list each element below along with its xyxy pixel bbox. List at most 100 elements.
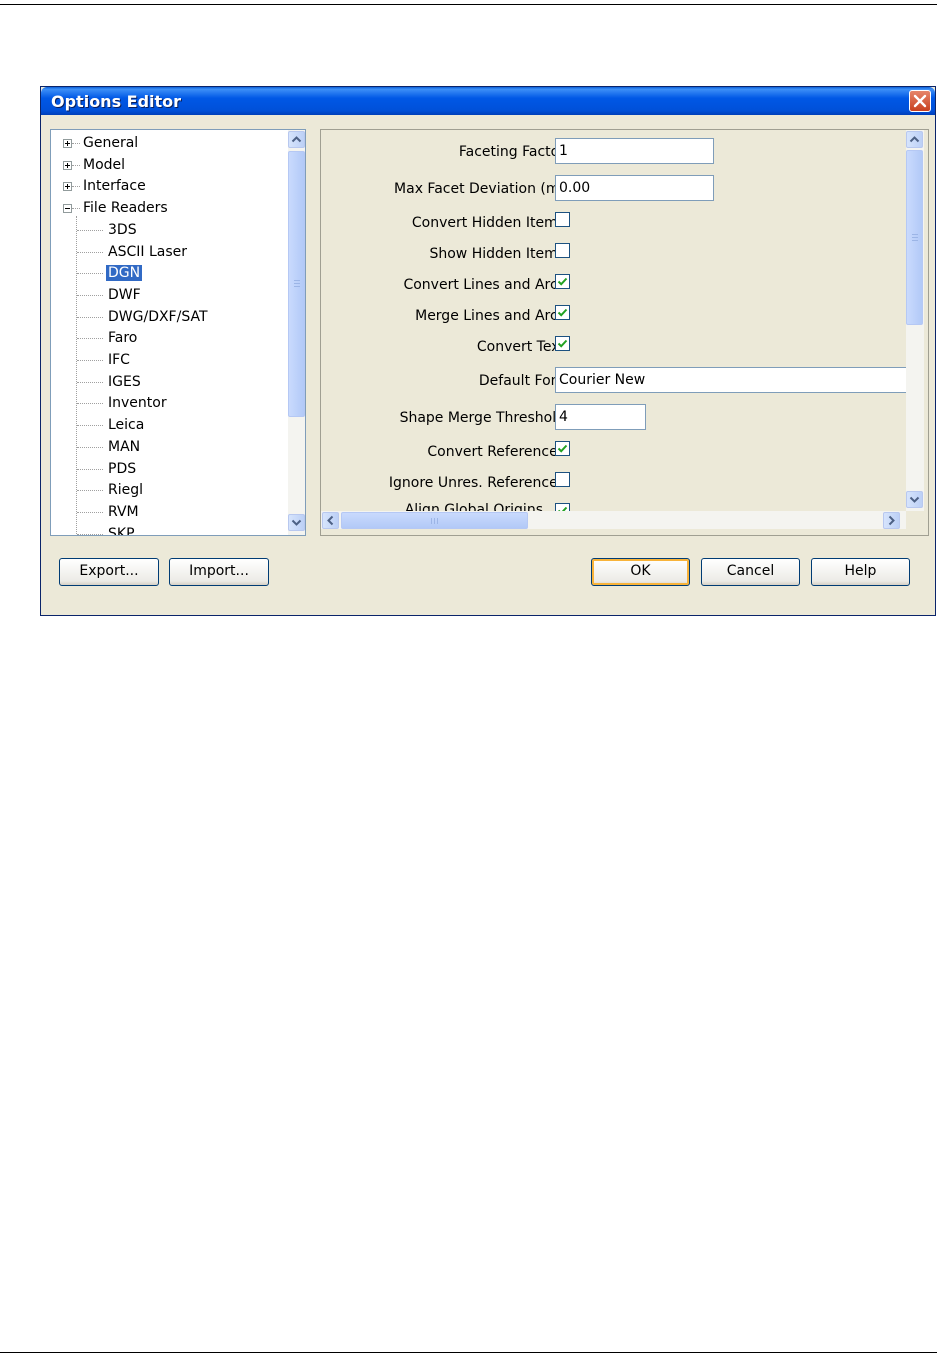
tree-item-dwg-dxf-sat[interactable]: DWG/DXF/SAT [106,307,210,327]
tree-connector [77,446,103,448]
import-button[interactable]: Import... [169,558,269,586]
tree-connector [72,143,80,144]
chevron-down-icon [291,519,302,526]
convert-references-label: Convert References [427,444,565,460]
tree-item-label: ASCII Laser [108,243,187,260]
tree-connector [72,186,80,188]
tree-item-ascii-laser[interactable]: ASCII Laser [106,242,189,262]
page-top-rule [0,4,937,5]
convert-lines-arcs-label: Convert Lines and Arcs [403,277,565,293]
tree-item-label: DWF [108,286,141,303]
tree-item-faro[interactable]: Faro [106,328,139,348]
merge-lines-arcs-checkbox[interactable] [555,305,570,320]
settings-hscroll-thumb[interactable] [341,512,528,529]
faceting-factor-label: Faceting Factor [458,144,565,160]
tree-connector [77,425,103,427]
settings-horizontal-scrollbar[interactable] [321,511,906,529]
tree-scroll-thumb[interactable] [288,151,305,417]
align-global-origins-label: Align Global Origins [404,502,543,511]
tree-scroll-down-button[interactable] [288,514,305,531]
convert-references-checkbox[interactable] [555,441,570,456]
tree-connector [72,164,80,166]
tree-item-dwf[interactable]: DWF [106,285,143,305]
tree-item-label: RVM [108,503,139,520]
tree-connector [77,533,103,535]
export-button[interactable]: Export... [59,558,159,586]
chevron-up-icon [291,136,302,143]
tree-item-inventor[interactable]: Inventor [106,393,169,413]
tree-item-label: 3DS [108,221,137,238]
convert-lines-arcs-checkbox[interactable] [555,274,570,289]
tree-connector [77,403,103,405]
tree-item-man[interactable]: MAN [106,437,142,457]
tree-item-label: Faro [108,330,138,347]
tree-item-interface[interactable]: Interface [81,176,148,196]
max-facet-deviation-input[interactable]: 0.00 [555,175,714,201]
checkmark-icon [557,339,568,348]
checkmark-icon [557,444,568,453]
tree-item-leica[interactable]: Leica [106,415,146,435]
close-button[interactable] [909,90,931,112]
chevron-right-icon [888,515,895,526]
settings-scroll-up-button[interactable] [906,131,923,148]
ok-button[interactable]: OK [591,558,690,586]
tree-item-iges[interactable]: IGES [106,372,143,392]
tree-item-dgn[interactable]: DGN [106,263,143,283]
merge-lines-arcs-label: Merge Lines and Arcs [415,308,565,324]
tree-item-label: File Readers [83,200,168,217]
shape-merge-threshold-input[interactable]: 4 [555,404,646,430]
tree-item-general[interactable]: General [81,133,140,153]
tree-item-ifc[interactable]: IFC [106,350,132,370]
shape-merge-threshold-label: Shape Merge Threshold [399,410,565,426]
settings-vscroll-thumb[interactable] [906,150,923,325]
tree-item-model[interactable]: Model [81,155,127,175]
default-font-label: Default Font [478,373,565,389]
expand-icon[interactable] [63,160,72,170]
cancel-button[interactable]: Cancel [701,558,800,586]
tree-item-label: DWG/DXF/SAT [108,308,208,325]
faceting-factor-input[interactable]: 1 [555,138,714,164]
grip-line [294,286,300,287]
settings-scroll-down-button[interactable] [906,491,923,508]
tree-item-label: PDS [108,460,137,477]
default-font-input[interactable]: Courier New [555,367,907,393]
close-icon [913,94,927,108]
tree-item-3ds[interactable]: 3DS [106,220,139,240]
settings-scroll-left-button[interactable] [322,512,339,529]
tree-item-label: General [83,135,139,151]
tree-item-label: IGES [108,373,141,390]
tree-item-label: Interface [83,178,146,195]
chevron-up-icon [909,136,920,143]
collapse-icon[interactable] [63,204,72,214]
tree-item-skp[interactable]: SKP [106,524,137,535]
settings-vertical-scrollbar[interactable] [906,130,924,511]
tree-item-label: MAN [108,438,141,455]
ignore-unres-references-checkbox[interactable] [555,472,570,487]
help-button[interactable]: Help [811,558,910,586]
tree-connector [77,381,103,383]
tree-scroll-up-button[interactable] [288,131,305,148]
tree-item-file-readers[interactable]: File Readers [81,198,170,218]
tree-scrollbar[interactable] [288,130,305,535]
convert-text-checkbox[interactable] [555,336,570,351]
expand-icon[interactable] [63,182,72,192]
expand-icon[interactable] [63,139,72,148]
tree-connector [77,316,103,318]
category-tree[interactable]: General Model Interface File Readers 3DS ASCI… [50,129,306,536]
convert-hidden-items-checkbox[interactable] [555,212,570,227]
tree-item-rvm[interactable]: RVM [106,502,141,522]
tree-connector [77,511,103,513]
tree-item-riegl[interactable]: Riegl [106,480,145,500]
tree-item-label: Leica [108,417,145,434]
settings-panel: Faceting Factor 1 Max Facet Deviation (m… [320,129,929,536]
title-bar[interactable]: Options Editor [41,87,935,115]
tree-connector [77,490,103,492]
settings-scroll-right-button[interactable] [883,512,900,529]
tree-item-pds[interactable]: PDS [106,459,138,479]
convert-hidden-items-label: Convert Hidden Items [411,215,565,231]
page-bottom-rule [0,1352,937,1353]
options-editor-dialog: Options Editor General Model Interface File… [40,86,936,616]
tree-connector [77,273,103,275]
show-hidden-items-checkbox[interactable] [555,243,570,258]
align-global-origins-checkbox[interactable] [555,503,570,511]
